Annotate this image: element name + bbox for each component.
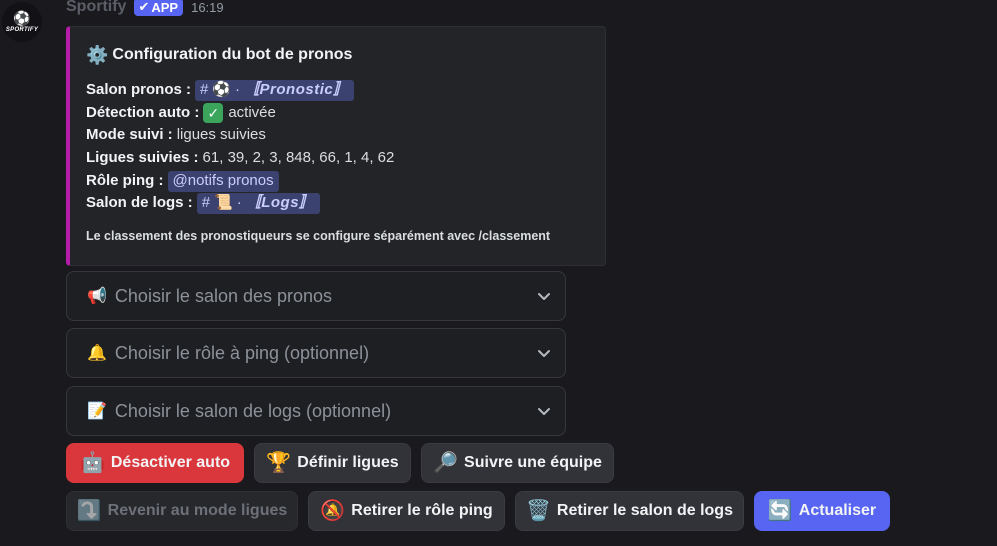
config-embed: ⚙️ Configuration du bot de pronos Salon … <box>66 26 606 266</box>
field-value: 61, 39, 2, 3, 848, 66, 1, 4, 62 <box>202 149 395 167</box>
select-role-ping[interactable]: 🔔 Choisir le rôle à ping (optionnel) <box>66 328 566 378</box>
robot-icon: 🤖 <box>79 452 105 474</box>
retirer-role-ping-button[interactable]: 🔕 Retirer le rôle ping <box>308 491 505 531</box>
retirer-salon-logs-button[interactable]: 🗑️ Retirer le salon de logs <box>515 491 744 531</box>
field-label: Détection auto : <box>86 103 200 121</box>
field-salon-pronos: Salon pronos : # ⚽ · 〚Pronostic〛 <box>86 79 589 102</box>
embed-title: ⚙️ Configuration du bot de pronos <box>86 41 589 69</box>
soccer-ball-icon: ⚽ <box>13 10 31 26</box>
return-arrow-icon: ⤵️ <box>76 500 102 522</box>
soccer-ball-icon: ⚽ <box>212 81 232 98</box>
channel-name: 〚Pronostic〛 <box>244 81 349 98</box>
embed-title-text: Configuration du bot de pronos <box>112 46 353 63</box>
chevron-down-icon <box>537 289 551 303</box>
refresh-icon: 🔄 <box>767 500 793 522</box>
trash-icon: 🗑️ <box>526 500 551 522</box>
message-header: Sportify ✔ APP 16:19 <box>66 0 224 18</box>
button-label: Retirer le rôle ping <box>351 502 493 519</box>
memo-icon: 📝 <box>87 403 107 420</box>
magnifier-icon: 🔎 <box>433 452 459 474</box>
dot-separator: · <box>236 194 242 212</box>
message-timestamp: 16:19 <box>191 0 224 15</box>
revenir-mode-ligues-button[interactable]: ⤵️ Revenir au mode ligues <box>66 491 298 531</box>
button-label: Définir ligues <box>297 454 399 471</box>
embed-footer: Le classement des pronostiqueurs se conf… <box>86 229 551 244</box>
field-label: Mode suivi : <box>86 126 173 144</box>
trophy-icon: 🏆 <box>266 452 292 474</box>
button-label: Revenir au mode ligues <box>107 502 288 519</box>
field-label: Rôle ping : <box>86 171 164 189</box>
button-label: Suivre une équipe <box>464 454 602 471</box>
button-label: Actualiser <box>798 502 877 519</box>
select-salon-logs[interactable]: 📝 Choisir le salon de logs (optionnel) <box>66 386 566 436</box>
button-label: Retirer le salon de logs <box>556 502 733 519</box>
definir-ligues-button[interactable]: 🏆 Définir ligues <box>254 443 411 483</box>
select-placeholder: Choisir le rôle à ping (optionnel) <box>114 342 370 363</box>
chevron-down-icon <box>537 346 551 360</box>
channel-mention-logs[interactable]: # 📜 · 〚Logs〛 <box>196 193 320 215</box>
field-mode-suivi: Mode suivi : ligues suivies <box>86 124 589 147</box>
bot-username[interactable]: Sportify <box>66 0 126 16</box>
field-label: Ligues suivies : <box>86 149 199 167</box>
actualiser-button[interactable]: 🔄 Actualiser <box>754 491 890 531</box>
channel-mention-pronostic[interactable]: # ⚽ · 〚Pronostic〛 <box>195 79 354 101</box>
field-detection-auto: Détection auto : ✓ activée <box>86 102 589 125</box>
select-placeholder: Choisir le salon de logs (optionnel) <box>114 400 392 421</box>
app-badge: ✔ APP <box>134 0 184 16</box>
field-ligues-suivies: Ligues suivies : 61, 39, 2, 3, 848, 66, … <box>86 147 589 170</box>
dot-separator: · <box>235 81 241 98</box>
channel-name: 〚Logs〛 <box>245 194 315 212</box>
field-label: Salon pronos : <box>86 81 191 98</box>
select-salon-pronos[interactable]: 📢 Choisir le salon des pronos <box>66 271 566 321</box>
desactiver-auto-button[interactable]: 🤖 Désactiver auto <box>66 443 244 483</box>
field-role-ping: Rôle ping : @notifs pronos <box>86 170 589 193</box>
app-badge-label: APP <box>151 0 179 15</box>
checkmark-icon: ✔ <box>138 0 150 14</box>
gear-icon: ⚙️ <box>86 44 109 65</box>
role-mention[interactable]: @notifs pronos <box>167 170 279 192</box>
bell-slash-icon: 🔕 <box>320 500 346 522</box>
bot-avatar[interactable]: ⚽ SPORTIFY <box>2 2 42 42</box>
chevron-down-icon <box>537 404 551 418</box>
hash-icon: # <box>201 194 211 212</box>
embed-fields: Salon pronos : # ⚽ · 〚Pronostic〛 Détecti… <box>86 79 589 215</box>
check-mark-icon: ✓ <box>203 103 224 124</box>
field-salon-logs: Salon de logs : # 📜 · 〚Logs〛 <box>86 192 589 215</box>
bell-icon: 🔔 <box>87 345 107 362</box>
hash-icon: # <box>200 81 209 98</box>
field-value: activée <box>228 103 276 121</box>
avatar-logo-text: SPORTIFY <box>5 27 39 33</box>
select-placeholder: Choisir le salon des pronos <box>114 285 333 306</box>
field-label: Salon de logs : <box>86 194 193 212</box>
field-value: ligues suivies <box>176 126 266 144</box>
button-label: Désactiver auto <box>110 454 231 471</box>
megaphone-icon: 📢 <box>87 288 107 305</box>
scroll-icon: 📜 <box>214 194 233 212</box>
suivre-equipe-button[interactable]: 🔎 Suivre une équipe <box>421 443 614 483</box>
